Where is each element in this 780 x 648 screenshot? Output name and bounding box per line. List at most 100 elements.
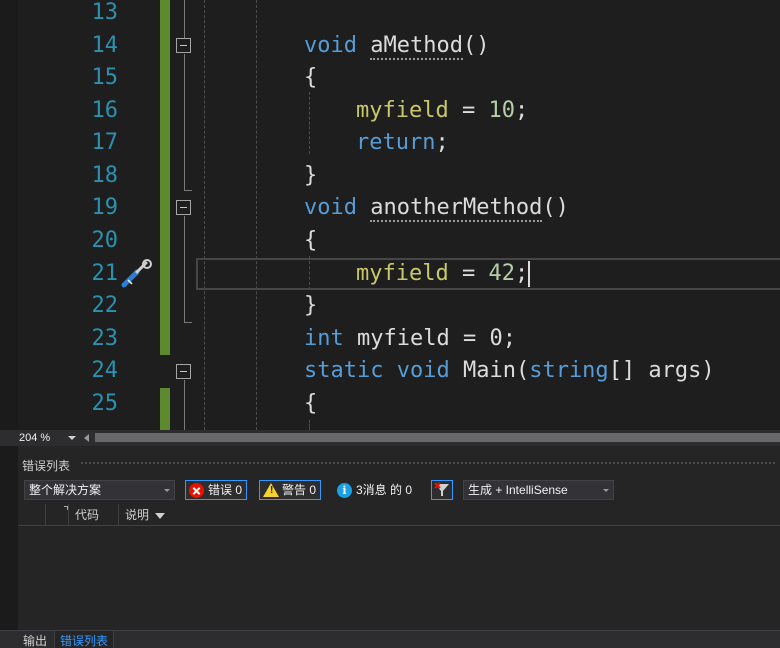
keyword: string [529,358,609,383]
error-list-panel: 错误列表 整个解决方案 错误 0 ! 警告 0 i 3消息 的 0 生成 + I… [0,446,780,648]
keyword: void [304,195,357,220]
code-text: = [448,261,489,286]
fold-end-marker [184,190,192,191]
tab-error-list[interactable]: 错误列表 [54,631,115,648]
fold-end-marker [184,322,192,323]
number-literal: 42 [488,261,515,286]
code-line[interactable]: { [304,225,317,257]
warning-mark-icon: ! [270,485,274,496]
code-line[interactable]: } [304,160,317,192]
code-line[interactable]: void aMethod() [304,30,489,62]
code-line[interactable]: void anotherMethod() [304,192,569,224]
line-number: 15 [91,65,119,90]
keyword: int [304,326,344,351]
errors-filter-button[interactable]: 错误 0 [185,480,248,500]
chevron-down-icon [603,489,609,492]
panel-drag-grip[interactable] [80,461,775,466]
fold-guide-line [184,0,185,38]
keyword: void [396,358,450,383]
error-icon [189,483,204,498]
chevron-down-icon [164,489,170,492]
line-number: 25 [91,391,119,416]
code-line-current[interactable]: myfield = 42; [356,258,528,290]
scope-value: 整个解决方案 [29,483,102,497]
messages-count: 3消息 的 0 [356,483,413,497]
zoom-level: 204 % [19,432,51,444]
method-name[interactable]: aMethod [370,33,463,60]
build-source-value: 生成 + IntelliSense [468,483,568,497]
fold-guide-line [184,54,185,190]
text-caret [528,261,530,287]
code-text: () [542,195,569,220]
indent-guide [309,420,310,430]
collapse-icon[interactable] [176,200,191,215]
warnings-count: 警告 0 [282,483,317,497]
line-number: 21 [91,261,119,286]
clear-filter-button[interactable] [431,480,453,500]
fold-guide-line [184,216,185,322]
tab-output[interactable]: 输出 [18,631,52,648]
errors-count: 错误 0 [208,483,243,497]
code-line[interactable]: return; [356,127,449,159]
line-number: 22 [91,293,119,318]
keyword: return [356,130,436,155]
scroll-left-arrow-icon[interactable] [84,434,89,442]
chevron-down-icon [68,436,76,440]
filter-clear-icon [434,482,449,496]
number-literal: 10 [488,98,515,123]
method-name: Main( [449,358,530,383]
sort-down-icon [155,512,166,519]
line-number: 14 [91,33,119,58]
code-text: [] args) [608,358,715,383]
change-indicator-bar [160,0,170,355]
build-source-dropdown[interactable]: 生成 + IntelliSense [463,480,614,500]
indent-guide [204,0,205,430]
panel-margin [0,446,18,648]
info-icon: i [337,483,352,498]
screwdriver-wrench-icon[interactable] [120,258,154,290]
column-label: 说明 [125,508,150,522]
code-editor[interactable]: 13 14 15 16 17 18 19 20 21 22 23 24 25 v… [0,0,780,430]
field-name: myfield [356,261,449,286]
indent-guide [309,92,310,154]
column-header-description[interactable]: 说明 [118,504,198,526]
column-header-code[interactable]: 代码 [68,504,120,526]
code-line[interactable]: { [304,388,317,420]
collapse-icon[interactable] [176,38,191,53]
code-text: myfield = 0; [343,326,516,351]
zoom-dropdown[interactable]: 204 % [16,430,80,446]
line-number: 17 [91,130,119,155]
line-number: 23 [91,326,119,351]
error-grid-header: 代码 说明 [18,504,780,526]
code-text: ; [435,130,449,155]
indent-guide [256,0,257,430]
column-label: 代码 [75,508,100,522]
code-text: = [448,98,489,123]
code-text: () [462,33,490,58]
line-number: 18 [91,163,119,188]
method-name[interactable]: anotherMethod [370,195,543,222]
line-number: 13 [91,0,119,25]
code-line[interactable]: } [304,290,317,322]
panel-title: 错误列表 [22,459,71,473]
fold-guide-line [184,380,185,430]
warnings-filter-button[interactable]: ! 警告 0 [259,480,322,500]
messages-filter-button[interactable]: i 3消息 的 0 [333,480,417,500]
editor-status-strip: 204 % [0,430,780,446]
code-line[interactable]: static void Main(string[] args) [304,355,715,387]
horizontal-scrollbar-thumb[interactable] [95,433,780,442]
line-number: 19 [91,195,119,220]
line-number: 16 [91,98,119,123]
scope-dropdown[interactable]: 整个解决方案 [24,480,175,500]
code-line[interactable]: int myfield = 0; [304,323,516,355]
editor-margin [0,0,18,430]
keyword: void [304,33,357,58]
code-text: ; [514,98,529,123]
line-number: 24 [91,358,119,383]
code-line[interactable]: { [304,62,317,94]
collapse-icon[interactable] [176,364,191,379]
code-text: ; [514,261,529,286]
code-line[interactable]: myfield = 10; [356,95,528,127]
column-header-icon[interactable] [45,504,70,526]
field-name: myfield [356,98,449,123]
